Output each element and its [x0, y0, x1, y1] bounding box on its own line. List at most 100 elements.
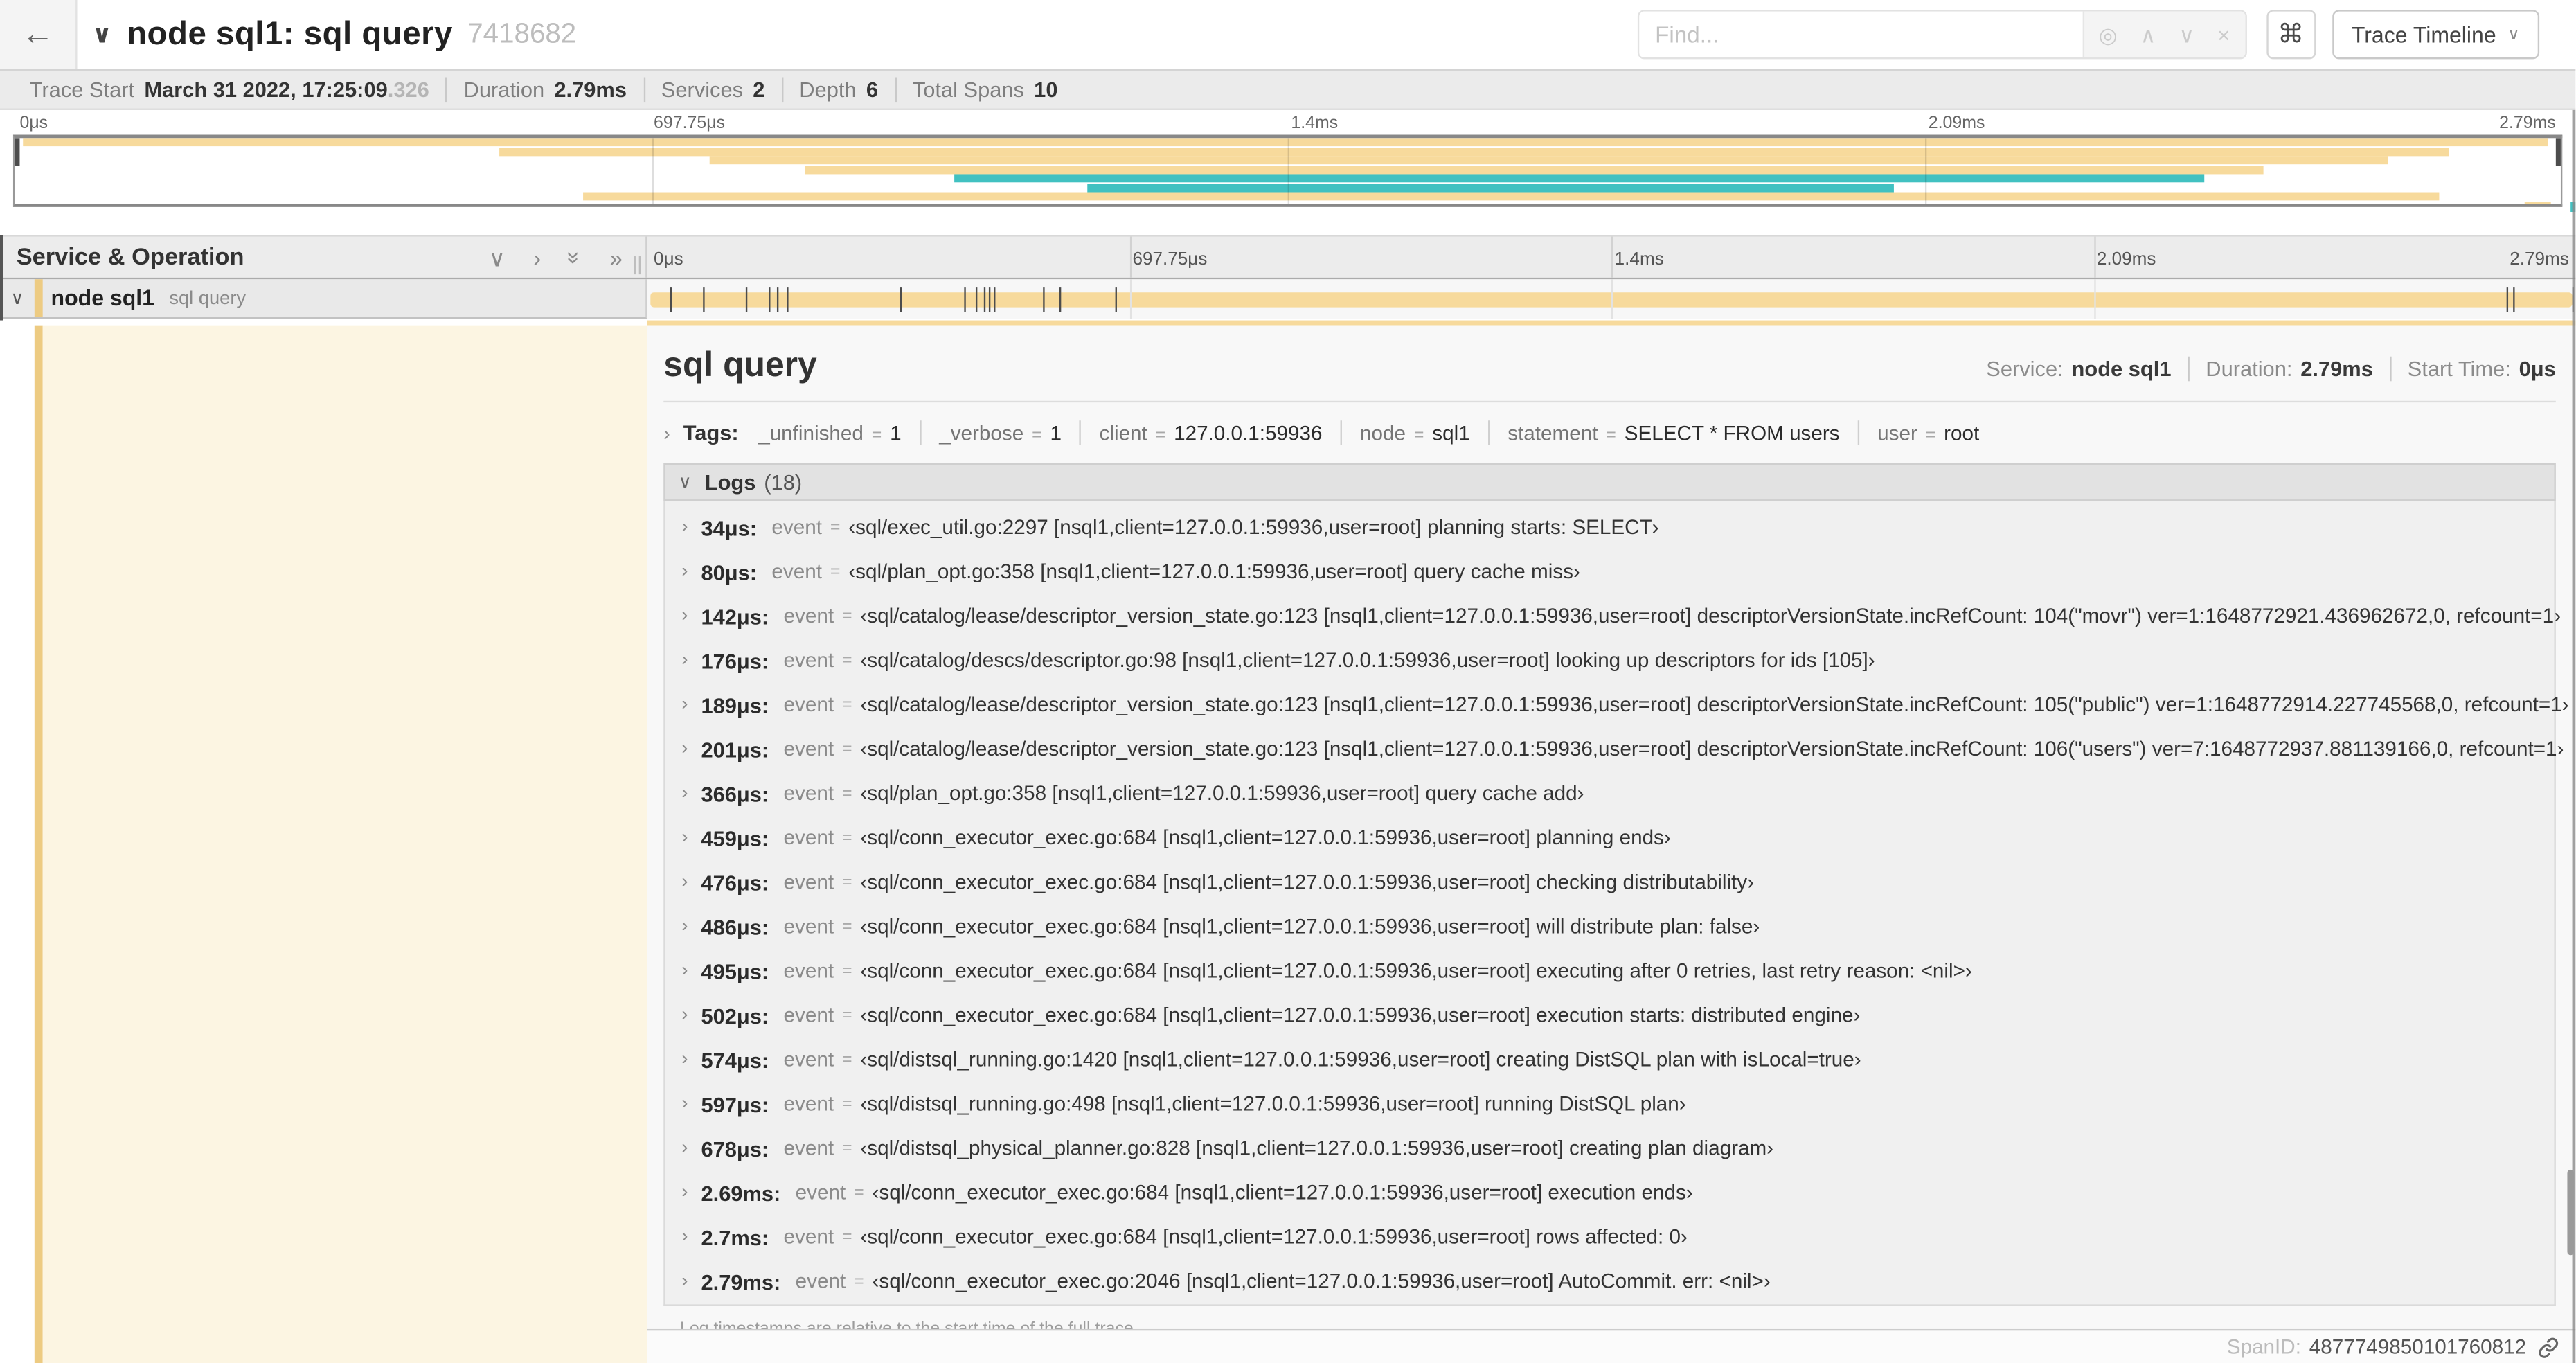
log-row[interactable]: › 142μs: event = ‹sql/catalog/lease/descript… [665, 594, 2561, 638]
equals-sign: = [1155, 425, 1166, 445]
summary-value: 2.79ms [554, 77, 627, 103]
span-meta-item: Service: node sql1 [1970, 356, 2188, 381]
collapse-one-icon[interactable]: ∨ [489, 246, 506, 269]
tag-key: user [1877, 421, 1917, 445]
locate-icon[interactable]: ◎ [2099, 24, 2118, 45]
log-field-value: ‹sql/catalog/lease/descriptor_version_st… [860, 693, 2569, 717]
log-marker-tick [983, 286, 985, 312]
log-field-key: event [771, 560, 823, 584]
back-button[interactable]: ← [0, 0, 78, 69]
tag-key: _unfinished [758, 421, 864, 445]
summary-label: Duration [463, 77, 545, 103]
log-row[interactable]: › 574μs: event = ‹sql/distsql_running.go:142… [665, 1037, 2555, 1082]
tag-divider [919, 420, 922, 445]
equals-sign: = [841, 650, 852, 670]
span-name-cell[interactable]: ∨ node sql1 sql query [0, 279, 647, 319]
chevron-right-icon: › [681, 695, 688, 715]
log-field-key: event [783, 1225, 834, 1249]
next-result-icon[interactable]: ∨ [2179, 24, 2194, 45]
chevron-down-icon[interactable]: ∨ [92, 19, 112, 49]
log-row[interactable]: › 2.69ms: event = ‹sql/conn_executor_exec.go… [665, 1170, 2555, 1215]
log-row[interactable]: › 80μs: event = ‹sql/plan_opt.go:358 [nsql1,… [665, 549, 2555, 594]
log-timestamp: 366μs: [701, 781, 769, 806]
span-meta: Service: node sql1 Duration: 2.79ms Start Ti… [1970, 355, 2556, 381]
log-row[interactable]: › 201μs: event = ‹sql/catalog/lease/descript… [665, 727, 2564, 772]
log-field-key: event [783, 871, 834, 894]
tag: client = 127.0.0.1:59936 [1100, 421, 1323, 444]
tag: statement = SELECT * FROM users [1508, 421, 1839, 444]
log-row[interactable]: › 597μs: event = ‹sql/distsql_running.go:498… [665, 1082, 2555, 1126]
log-marker-tick [989, 286, 991, 312]
log-field-value: ‹sql/exec_util.go:2297 [nsql1,client=127… [848, 515, 1659, 540]
timeline-gridline [1287, 138, 1290, 204]
equals-sign: = [854, 1182, 864, 1203]
collapse-all-icon[interactable]: » [562, 251, 589, 263]
log-field-key: event [783, 915, 834, 938]
chevron-right-icon: › [681, 961, 688, 981]
tags-accordian[interactable]: › Tags: _unfinished = 1 _verbose = 1 client = 12… [663, 418, 2556, 448]
tag-divider [1340, 420, 1342, 445]
chevron-down-icon[interactable]: ∨ [0, 287, 35, 308]
chevron-right-icon: › [681, 1227, 688, 1247]
span-bar-cell[interactable] [647, 279, 2576, 319]
equals-sign: = [854, 1271, 864, 1292]
timeline-gridline [1924, 138, 1926, 204]
log-field-key: event [783, 604, 834, 628]
column-resize-grip[interactable] [634, 256, 641, 275]
scrollbar-thumb[interactable] [2567, 1169, 2574, 1256]
summary-item: Trace Start March 31 2022, 17:25:09.326 [13, 77, 446, 102]
view-selector-button[interactable]: Trace Timeline ∨ [2332, 10, 2540, 60]
log-marker-tick [994, 286, 996, 312]
log-marker-tick [702, 286, 704, 312]
expand-one-icon[interactable]: › [533, 246, 541, 269]
equals-sign: = [871, 425, 882, 445]
log-timestamp: 2.69ms: [701, 1180, 781, 1205]
log-row[interactable]: › 34μs: event = ‹sql/exec_util.go:2297 [nsql… [665, 505, 2555, 549]
link-icon[interactable] [2538, 1337, 2559, 1358]
chevron-right-icon: › [681, 739, 688, 759]
log-row[interactable]: › 476μs: event = ‹sql/conn_executor_exec.go:… [665, 860, 2555, 905]
span-meta-value: 2.79ms [2300, 355, 2373, 381]
log-field-value: ‹sql/conn_executor_exec.go:684 [nsql1,cl… [860, 915, 1760, 938]
trace-timeline-page: ← ∨ node sql1: sql query 7418682 ◎ ∧ ∨ ×… [0, 0, 2576, 1363]
log-row[interactable]: › 486μs: event = ‹sql/conn_executor_exec.go:… [665, 905, 2555, 949]
log-row[interactable]: › 678μs: event = ‹sql/distsql_physical_plann… [665, 1126, 2555, 1170]
keyboard-shortcuts-button[interactable]: ⌘ [2266, 10, 2316, 60]
log-row[interactable]: › 189μs: event = ‹sql/catalog/lease/descript… [665, 683, 2568, 727]
log-field-value: ‹sql/distsql_running.go:498 [nsql1,clien… [860, 1092, 1686, 1116]
tick-label: 2.09ms [1928, 113, 1985, 134]
log-row[interactable]: › 459μs: event = ‹sql/conn_executor_exec.go:… [665, 816, 2555, 860]
minimap-left-handle[interactable] [15, 138, 20, 166]
summary-item: Duration 2.79ms [445, 77, 643, 103]
log-timestamp: 2.79ms: [701, 1269, 781, 1294]
find-input[interactable] [1638, 11, 2082, 58]
log-row[interactable]: › 502μs: event = ‹sql/conn_executor_exec.go:… [665, 993, 2555, 1037]
log-timestamp: 574μs: [701, 1047, 769, 1072]
log-row[interactable]: › 366μs: event = ‹sql/plan_opt.go:358 [nsql1… [665, 772, 2555, 816]
clear-search-icon[interactable]: × [2217, 24, 2230, 45]
log-field-key: event [783, 648, 834, 672]
collapse-expand-controls: ∨ › » » [489, 246, 623, 269]
log-field-key: event [795, 1270, 846, 1293]
timeline-minimap[interactable] [12, 134, 2563, 207]
log-field-value: ‹sql/conn_executor_exec.go:684 [nsql1,cl… [860, 959, 1972, 983]
summary-item: Services 2 [643, 77, 781, 103]
span-id-bar: SpanID: 4877749850101760812 [647, 1328, 2576, 1363]
log-row[interactable]: › 495μs: event = ‹sql/conn_executor_exec.go:… [665, 949, 2555, 993]
span-detail-header: sql query Service: node sql1 Duration: 2.79… [647, 324, 2576, 385]
log-row[interactable]: › 2.79ms: event = ‹sql/conn_executor_exec.go… [665, 1259, 2555, 1303]
span-id-value: 4877749850101760812 [2309, 1335, 2527, 1359]
log-row[interactable]: › 176μs: event = ‹sql/catalog/descs/descript… [665, 639, 2555, 683]
tag-value: sql1 [1432, 421, 1470, 445]
log-row[interactable]: › 2.7ms: event = ‹sql/conn_executor_exec.go:… [665, 1215, 2555, 1259]
tag: _verbose = 1 [939, 421, 1062, 444]
tag-value: SELECT * FROM users [1624, 421, 1840, 445]
minimap-right-handle[interactable] [2555, 138, 2561, 166]
chevron-right-icon: › [681, 562, 688, 582]
expand-all-icon[interactable]: » [609, 246, 622, 269]
prev-result-icon[interactable]: ∧ [2140, 24, 2156, 45]
tick-label: 2.79ms [2510, 249, 2569, 270]
page-header: ← ∨ node sql1: sql query 7418682 ◎ ∧ ∨ ×… [0, 0, 2576, 69]
left-resize-grip[interactable] [0, 235, 3, 321]
logs-header[interactable]: ∨ Logs (18) [663, 462, 2556, 501]
